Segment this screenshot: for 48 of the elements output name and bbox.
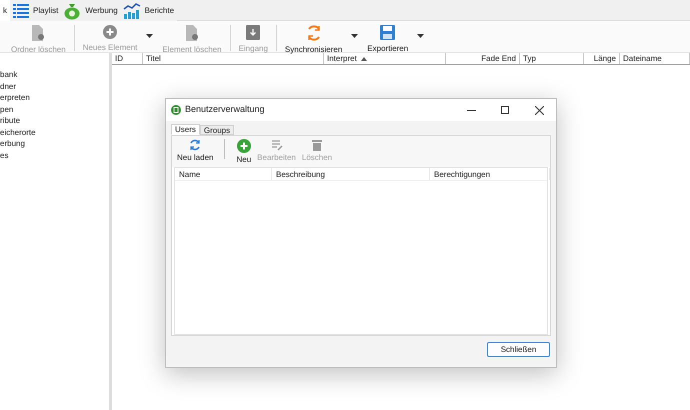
dialog-tab[interactable]: Groups [200,125,234,135]
document-icon [31,25,46,41]
column-header[interactable]: Interpret [324,53,446,64]
column-header[interactable]: ID [112,53,143,64]
edit-icon [270,139,283,151]
column-header[interactable]: Name [175,168,272,180]
window-title: Benutzerverwaltung [185,103,265,116]
maximize-icon [501,106,509,114]
tree-item[interactable]: erbung [0,138,25,150]
column-header[interactable]: Titel [143,53,324,64]
column-header[interactable]: Berechtigungen [430,168,550,180]
caret-icon[interactable] [351,34,358,38]
bar-chart-icon [122,2,141,18]
caret-icon[interactable] [417,34,424,38]
trash-icon [312,139,322,151]
close-icon [534,106,544,114]
save-icon [380,25,396,40]
ribbon-tab[interactable]: k [0,0,11,21]
column-header[interactable]: Fade End [446,53,520,64]
toolbar-button[interactable]: Synchronisieren [282,25,346,56]
tree-item[interactable]: ribute [0,115,20,126]
column-header[interactable]: Beschreibung [272,168,430,180]
tree-item[interactable]: erpreten [0,92,30,104]
dialog-toolbar-button[interactable]: Neu laden [174,139,216,163]
tree-item[interactable]: bank [0,69,18,80]
toolbar-button[interactable]: Exportieren [364,25,412,55]
dialog-tab[interactable]: Users [171,124,200,135]
sort-up-icon [360,56,367,60]
inbox-icon [246,25,260,40]
ribbon-tab[interactable]: Berichte [120,0,178,21]
document-icon [184,25,199,41]
tree-item[interactable]: dner [0,80,16,92]
tree-item[interactable]: eicherorte [0,126,36,138]
list-icon [13,2,29,18]
column-header[interactable]: Länge [584,53,620,64]
column-header[interactable]: Typ [520,53,584,64]
close-dialog-button[interactable]: Schließen [487,342,550,357]
plus-icon [236,139,251,153]
sync-icon [306,25,322,41]
plus-icon [103,25,118,39]
tree-item[interactable]: pen [0,104,14,115]
reload-icon [189,139,202,151]
ribbon-tab[interactable]: Playlist [10,0,62,21]
tree-item[interactable]: es [0,150,8,161]
money-bag-icon [63,2,82,20]
app-icon [171,105,181,115]
dialog-toolbar-button[interactable]: Neu [233,139,254,165]
column-header[interactable]: Dateiname [620,53,690,64]
